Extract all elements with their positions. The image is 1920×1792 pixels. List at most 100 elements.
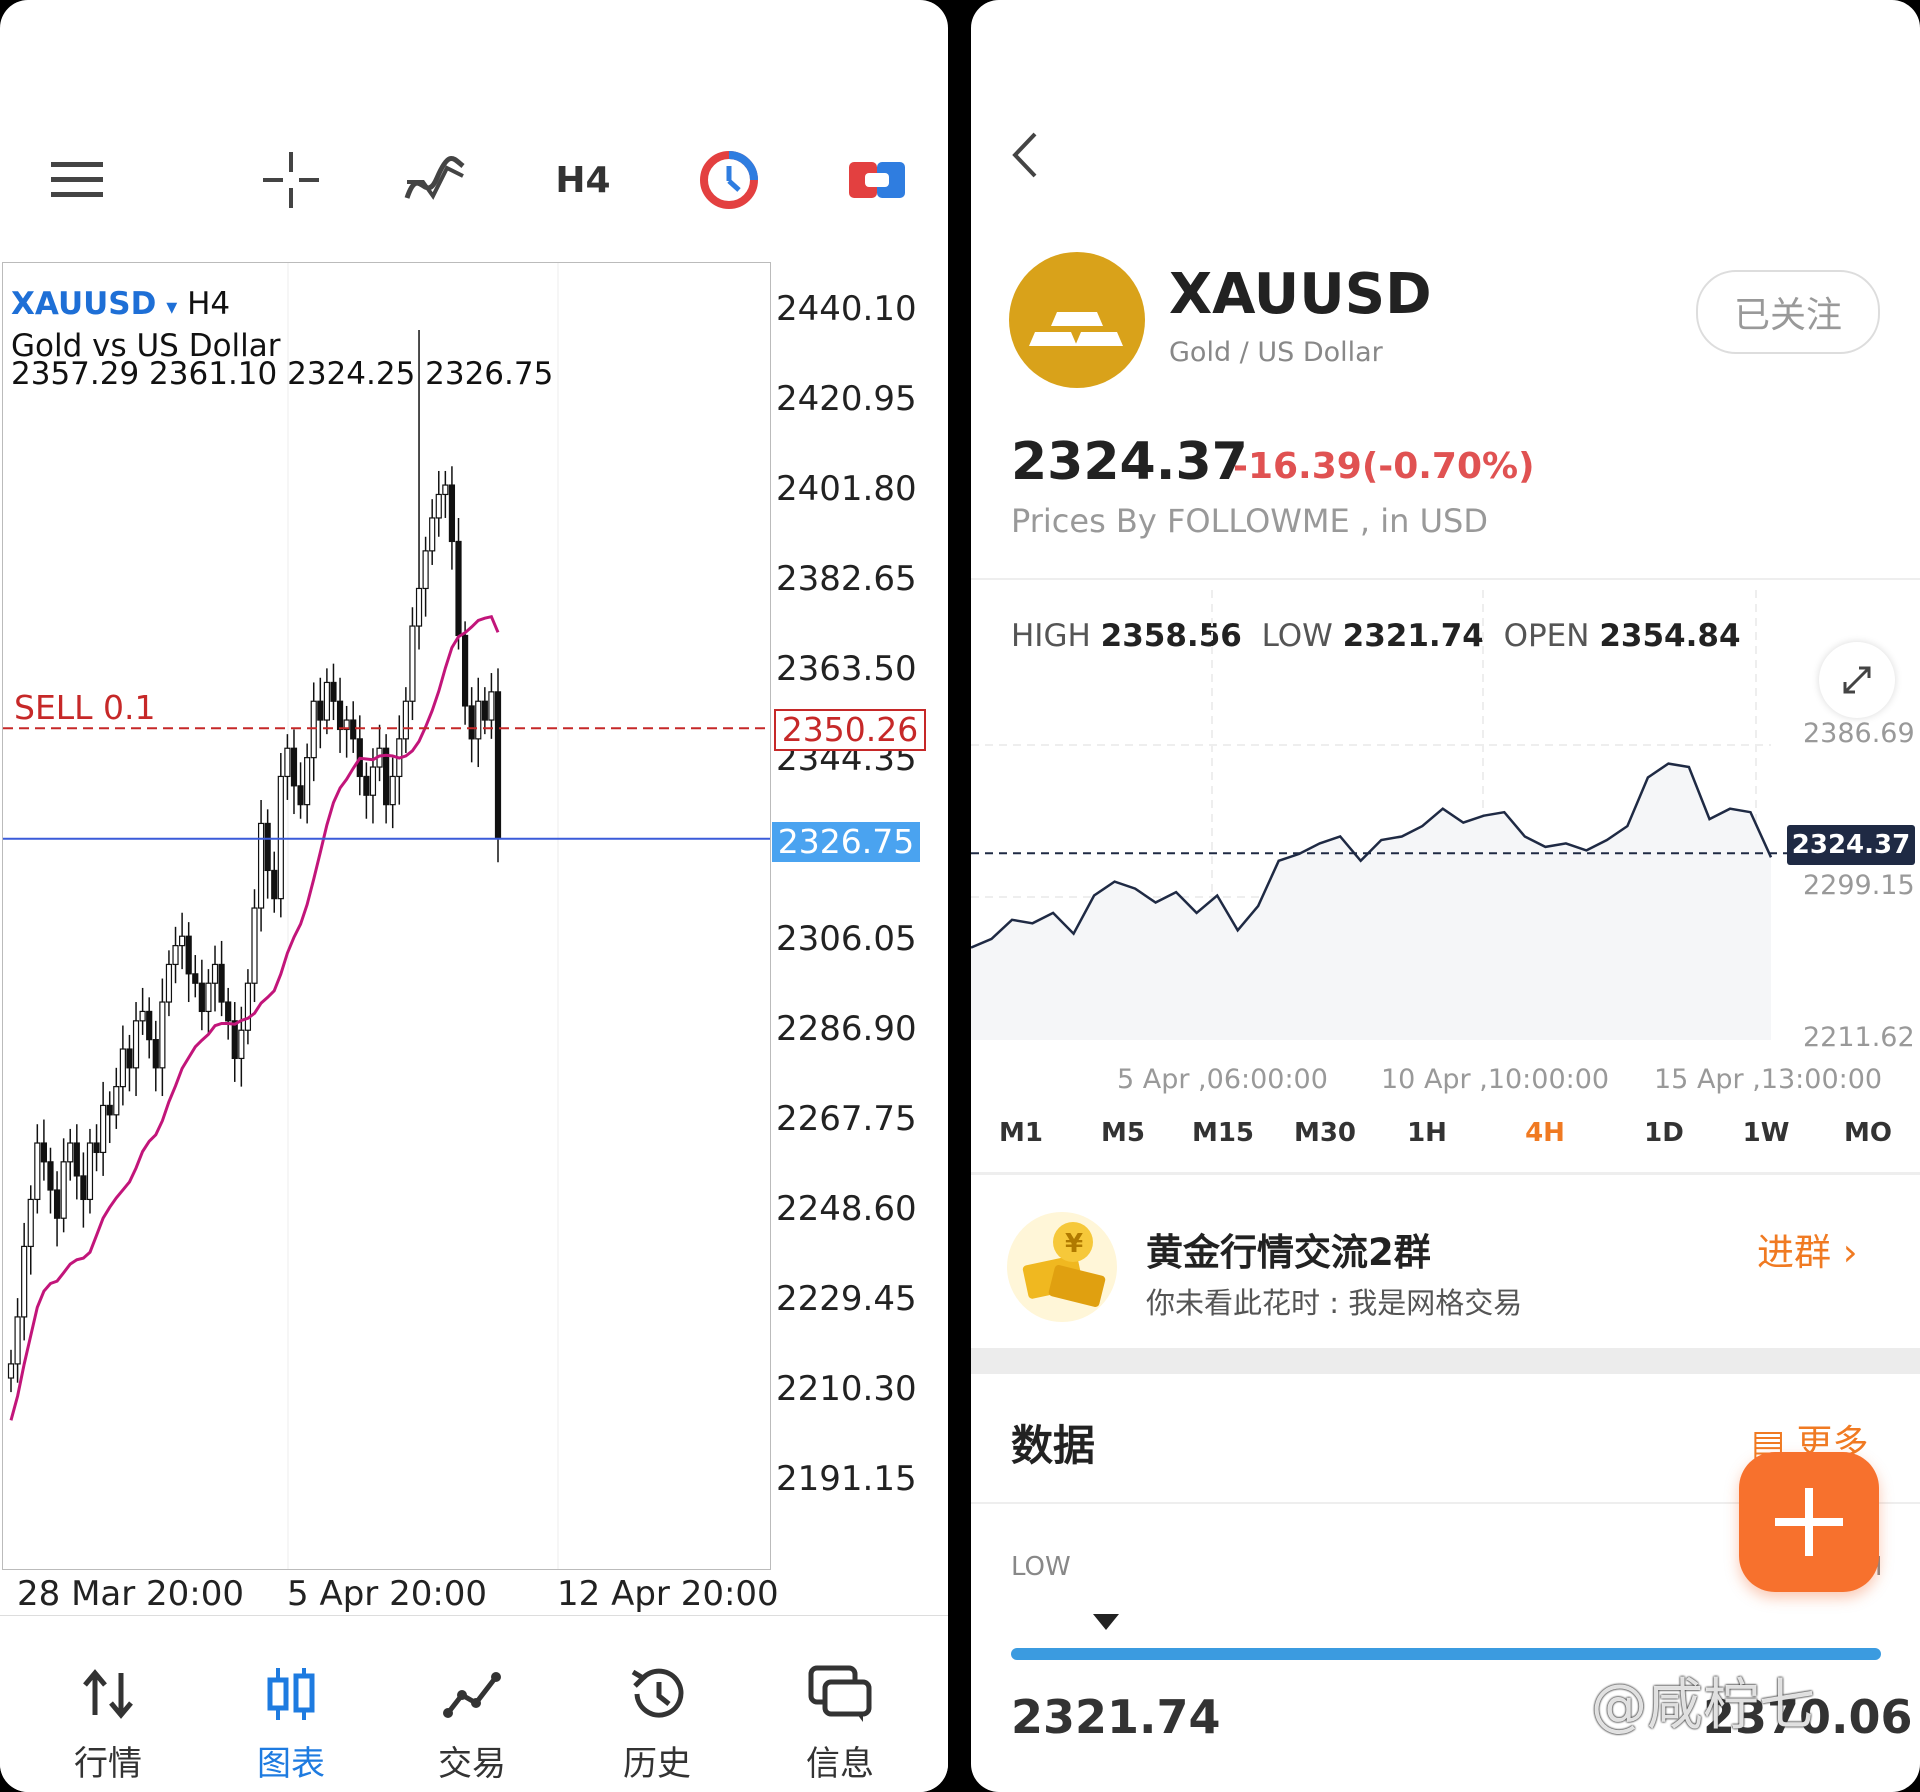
tab-m1[interactable]: M1 bbox=[981, 1118, 1061, 1148]
candle-body bbox=[21, 1245, 28, 1318]
candle-body bbox=[402, 700, 409, 740]
crosshair-icon[interactable] bbox=[256, 150, 326, 210]
indicator-wave-icon[interactable] bbox=[400, 150, 470, 210]
date-label-1: 5 Apr 20:00 bbox=[287, 1574, 488, 1614]
chart-candles-icon bbox=[266, 1664, 316, 1724]
symbol-name[interactable]: XAUUSD bbox=[11, 286, 156, 322]
candle-body bbox=[257, 822, 265, 909]
tab-1d[interactable]: 1D bbox=[1624, 1118, 1704, 1148]
candle-body bbox=[34, 1142, 41, 1201]
candle-body bbox=[317, 700, 324, 721]
tab-m30[interactable]: M30 bbox=[1285, 1118, 1365, 1148]
candle-body bbox=[198, 982, 205, 1013]
candle-body bbox=[40, 1142, 48, 1163]
candle-body bbox=[290, 747, 298, 787]
svg-text:¥: ¥ bbox=[1065, 1229, 1083, 1259]
candle-body bbox=[113, 1086, 120, 1116]
clock-objects-icon[interactable] bbox=[694, 150, 764, 210]
candle-body bbox=[481, 700, 488, 721]
candle-body bbox=[126, 1048, 133, 1069]
candlestick-plot[interactable] bbox=[3, 263, 770, 1569]
chart-timeframe: H4 bbox=[187, 286, 231, 322]
chart-current-price-badge: 2324.37 bbox=[1787, 825, 1915, 865]
bid-price-badge: 2326.75 bbox=[772, 822, 920, 862]
candle-body bbox=[225, 1001, 232, 1022]
watermark-text: @咸柠七 bbox=[1591, 1673, 1815, 1738]
gold-coin-bars-icon: ¥ bbox=[1007, 1212, 1117, 1322]
candle-body bbox=[185, 935, 192, 975]
candle-body bbox=[429, 517, 436, 552]
candle-body bbox=[448, 484, 456, 543]
mt5-chart-screen: H4 XAUUSD ▾ H4 Gold vs US Dollar 2357.29… bbox=[0, 0, 948, 1792]
timeframe-button[interactable]: H4 bbox=[548, 150, 618, 210]
candle-body bbox=[251, 907, 258, 984]
candle-body bbox=[93, 1142, 100, 1154]
nav-trade[interactable]: 交易 bbox=[397, 1616, 547, 1792]
candle-body bbox=[139, 1010, 146, 1022]
price-axis-label: 2267.75 bbox=[776, 1099, 917, 1139]
nav-history[interactable]: 历史 bbox=[582, 1616, 732, 1792]
tab-m15[interactable]: M15 bbox=[1183, 1118, 1263, 1148]
candle-body bbox=[47, 1161, 54, 1191]
candle-body bbox=[304, 757, 311, 806]
gold-bars-icon bbox=[1009, 252, 1145, 388]
candle-body bbox=[284, 747, 291, 778]
price-axis-label: 2363.50 bbox=[776, 649, 917, 689]
candle-body bbox=[264, 822, 271, 872]
range-pointer-icon bbox=[1091, 1612, 1121, 1636]
candle-body bbox=[172, 945, 179, 966]
price-chart[interactable] bbox=[2, 262, 771, 1570]
candle-body bbox=[323, 681, 330, 721]
candle-body bbox=[297, 785, 304, 806]
nav-chart[interactable]: 图表 bbox=[216, 1616, 366, 1792]
candle-body bbox=[330, 681, 337, 702]
candle-body bbox=[165, 963, 173, 1003]
price-axis-label: 2440.10 bbox=[776, 289, 917, 329]
tab-1h[interactable]: 1H bbox=[1387, 1118, 1467, 1148]
candle-body bbox=[455, 540, 462, 637]
candle-body bbox=[119, 1048, 126, 1088]
candle-body bbox=[271, 869, 278, 900]
range-low-value: 2321.74 bbox=[1011, 1690, 1221, 1744]
candle-body bbox=[14, 1316, 21, 1365]
add-fab-button[interactable] bbox=[1739, 1452, 1879, 1592]
candle-body bbox=[53, 1189, 61, 1219]
symbol-subtitle: Gold / US Dollar bbox=[1169, 337, 1383, 368]
price-axis-label: 2286.90 bbox=[776, 1009, 917, 1049]
range-low-label: LOW bbox=[1011, 1552, 1071, 1582]
sell-order-label[interactable]: SELL 0.1 bbox=[14, 688, 156, 727]
hamburger-menu-icon[interactable] bbox=[42, 150, 112, 210]
tab-1w[interactable]: 1W bbox=[1726, 1118, 1806, 1148]
section-gap bbox=[971, 1348, 1920, 1374]
candle-body bbox=[468, 705, 475, 740]
tab-mo[interactable]: MO bbox=[1828, 1118, 1908, 1148]
quotes-arrows-icon bbox=[81, 1664, 135, 1724]
follow-button[interactable]: 已关注 bbox=[1696, 270, 1880, 354]
candle-body bbox=[231, 1020, 238, 1060]
day-range-bar bbox=[1011, 1648, 1881, 1660]
bottom-navigation: 行情 图表 交易 历史 信息 bbox=[0, 1615, 948, 1792]
back-chevron-icon[interactable] bbox=[1007, 130, 1043, 184]
data-section-title: 数据 bbox=[1011, 1421, 1096, 1470]
candle-body bbox=[435, 493, 442, 519]
tab-4h[interactable]: 4H bbox=[1505, 1118, 1585, 1148]
nav-label-messages: 信息 bbox=[806, 1744, 874, 1784]
candle-body bbox=[80, 1175, 87, 1201]
nav-quotes[interactable]: 行情 bbox=[33, 1616, 183, 1792]
symbol-dropdown-caret[interactable]: ▾ bbox=[166, 295, 177, 320]
price-axis-label: 2401.80 bbox=[776, 469, 917, 509]
candle-body bbox=[475, 700, 482, 740]
nav-messages[interactable]: 信息 bbox=[765, 1616, 915, 1792]
line-x-label-1: 10 Apr ,10:00:00 bbox=[1381, 1064, 1610, 1095]
candle-body bbox=[60, 1161, 67, 1219]
plus-icon bbox=[1775, 1488, 1843, 1556]
tab-m5[interactable]: M5 bbox=[1083, 1118, 1163, 1148]
candle-body bbox=[192, 973, 199, 984]
join-group-button[interactable]: 进群 › bbox=[1757, 1222, 1858, 1276]
timeframe-label: H4 bbox=[555, 159, 611, 201]
date-label-0: 28 Mar 20:00 bbox=[17, 1574, 245, 1614]
ohlc-values: 2357.29 2361.10 2324.25 2326.75 bbox=[11, 356, 554, 392]
one-click-trading-icon[interactable] bbox=[842, 150, 912, 210]
price-line-chart[interactable] bbox=[971, 580, 1920, 1040]
candle-body bbox=[369, 766, 377, 796]
